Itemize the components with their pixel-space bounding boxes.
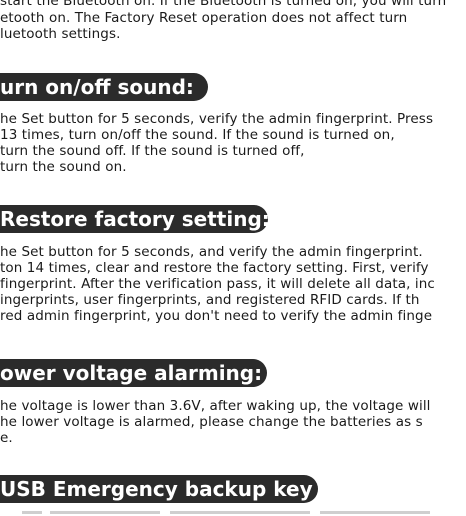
text-line: turn the sound on.	[0, 159, 127, 175]
text-line: turn the sound off. If the sound is turn…	[0, 143, 305, 159]
cut-off-text-fragment	[0, 511, 466, 516]
text-line: he voltage is lower than 3.6V, after wak…	[0, 398, 431, 414]
text-line: ton 14 times, clear and restore the fact…	[0, 260, 429, 276]
text-line: 13 times, turn on/off the sound. If the …	[0, 127, 395, 143]
section-heading-lower-voltage: ower voltage alarming:	[0, 359, 267, 387]
text-line: luetooth settings.	[0, 26, 121, 42]
text-line: e.	[0, 430, 13, 446]
text-line: etooth on. The Factory Reset operation d…	[0, 10, 408, 26]
text-line: ingerprints, user fingerprints, and regi…	[0, 292, 420, 308]
text-line: he lower voltage is alarmed, please chan…	[0, 414, 423, 430]
section-heading-sound: urn on/off sound:	[0, 73, 208, 101]
text-line: red admin fingerprint, you don't need to…	[0, 308, 433, 324]
text-line: he Set button for 5 seconds, and verify …	[0, 244, 423, 260]
cut-off-text-line: start the Bluetooth on. If the Bluetooth…	[0, 0, 466, 9]
text-line: fingerprint. After the verification pass…	[0, 276, 435, 292]
section-heading-usb-emergency: USB Emergency backup key	[0, 475, 318, 503]
section-heading-restore-factory: Restore factory setting:	[0, 205, 270, 233]
text-line: he Set button for 5 seconds, verify the …	[0, 111, 434, 127]
text-line: start the Bluetooth on. If the Bluetooth…	[0, 0, 447, 9]
